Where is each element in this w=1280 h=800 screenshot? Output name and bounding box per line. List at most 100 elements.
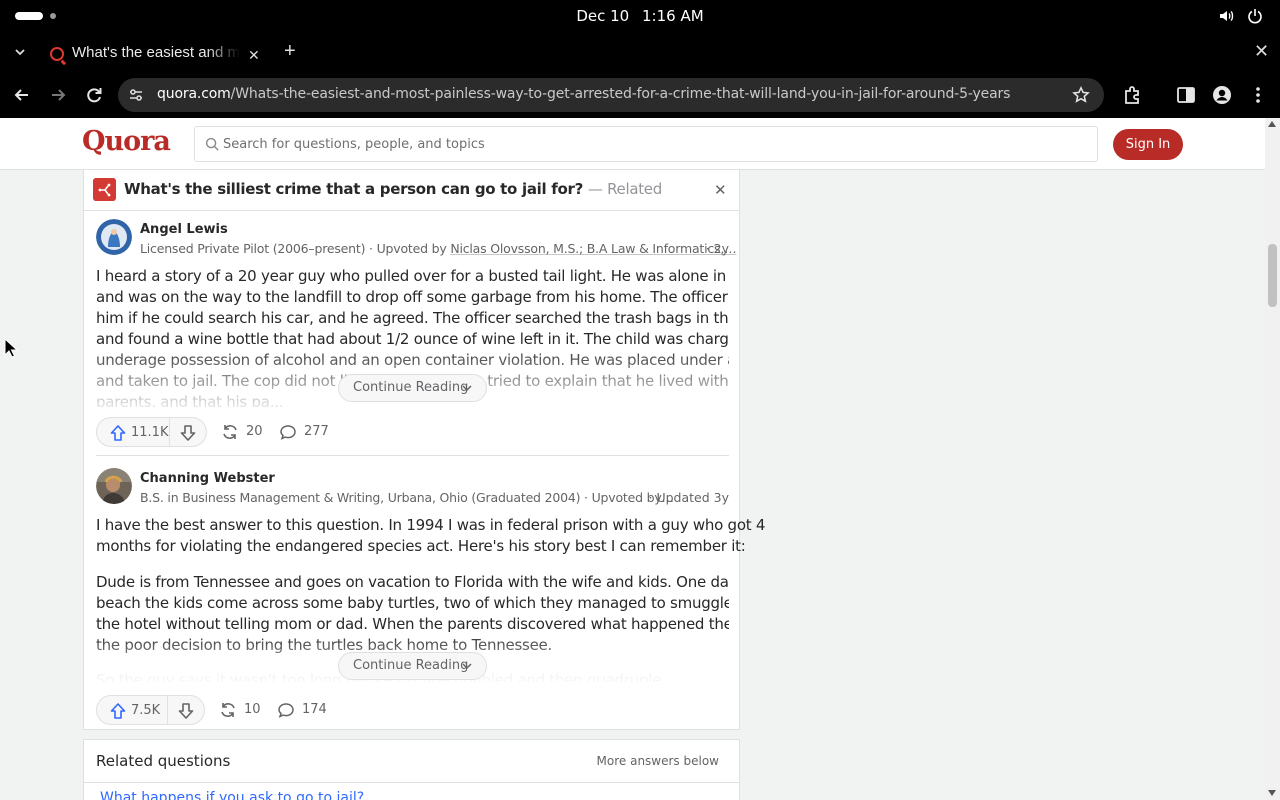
author-name[interactable]: Angel Lewis [140,222,228,237]
answer-line: the hotel without telling mom or dad. Wh… [96,615,729,633]
address-bar[interactable]: quora.com/Whats-the-easiest-and-most-pai… [118,78,1104,112]
answer-line: months for violating the endangered spec… [96,537,746,555]
tab-title: What's the easiest and most painless way… [72,44,240,61]
sign-in-button[interactable]: Sign In [1113,129,1183,160]
search-icon [205,137,219,151]
answer-body[interactable]: I have the best answer to this question.… [96,515,766,557]
continue-reading-label: Continue Reading [353,380,469,395]
tab-close-icon[interactable]: ✕ [248,47,260,64]
profile-account-icon[interactable] [1211,84,1233,106]
vote-divider [167,696,168,724]
related-card-header: What's the silliest crime that a person … [84,170,739,211]
tab-search-chevron-icon[interactable] [12,44,28,60]
upvote-arrow-icon[interactable] [109,424,127,442]
upvote-arrow-icon[interactable] [109,702,127,720]
downvote-arrow-icon[interactable] [179,424,197,442]
answer-line: I have the best answer to this question.… [96,516,766,534]
related-share-icon [93,178,116,201]
related-questions-title: Related questions [96,752,231,770]
avatar-angel-lewis-icon [96,219,132,255]
site-info-tune-icon[interactable] [128,87,144,103]
reload-icon[interactable] [83,84,105,106]
back-arrow-icon[interactable] [11,84,33,106]
answer-line: beach the kids come across some baby tur… [96,594,729,612]
answer-line: and found a wine bottle that had about 1… [96,330,729,348]
os-date: Dec 10 [576,7,630,25]
search-input[interactable] [223,127,1083,161]
answer-divider [96,455,729,456]
forward-arrow-icon[interactable] [47,84,69,106]
share-reshare-icon[interactable] [219,701,237,719]
os-time: 1:16 AM [642,7,704,25]
author-credential: Licensed Private Pilot (2006–present) · … [140,241,737,256]
comment-bubble-icon[interactable] [277,701,295,719]
os-status-bar: Dec 10 1:16 AM [0,0,1280,32]
upvoter-link[interactable]: Niclas Olovsson, M.S.; B.A Law & Informa… [450,241,736,256]
answer-actions: 11.1K 20 277 [96,417,496,447]
answer-line: Dude is from Tennessee and goes on vacat… [96,573,729,591]
url-text[interactable]: quora.com/Whats-the-easiest-and-most-pai… [157,86,1010,102]
share-reshare-icon[interactable] [221,423,239,441]
upvote-count[interactable]: 7.5K [131,703,160,718]
answer-date[interactable]: · 2y [706,241,729,256]
extensions-puzzle-icon[interactable] [1122,84,1144,106]
browser-toolbar: quora.com/Whats-the-easiest-and-most-pai… [0,72,1280,118]
volume-icon[interactable] [1218,8,1234,24]
side-panel-icon[interactable] [1175,84,1197,106]
os-clock[interactable]: Dec 10 1:16 AM [0,7,1280,25]
window-close-icon[interactable]: ✕ [1254,41,1269,62]
vote-pill: 11.1K [96,417,207,447]
share-count[interactable]: 10 [244,702,261,717]
chevron-down-icon [462,385,472,392]
answer-line: him if he could search his car, and he a… [96,309,729,327]
continue-reading-button[interactable]: Continue Reading [338,374,487,402]
chevron-down-icon [462,663,472,670]
scroll-down-arrow-icon[interactable] [1268,790,1276,796]
power-icon[interactable] [1247,8,1263,24]
related-tag: — Related [587,180,662,198]
mouse-cursor-icon [4,338,18,358]
avatar[interactable] [96,468,132,504]
bookmark-star-icon[interactable] [1072,86,1090,104]
url-path: /Whats-the-easiest-and-most-painless-way… [230,86,1011,102]
author-name[interactable]: Channing Webster [140,471,275,486]
comment-count[interactable]: 174 [302,702,327,717]
answer-item: Channing Webster B.S. in Business Manage… [96,468,766,728]
quora-header: Quora Sign In [0,118,1265,170]
related-answers-card: What's the silliest crime that a person … [83,170,766,730]
search-box[interactable] [194,126,1098,162]
answer-line: and was on the way to the landfill to dr… [96,288,729,306]
related-question-text: What's the silliest crime that a person … [124,180,583,198]
browser-tab-strip: What's the easiest and most painless way… [0,32,1280,72]
related-question-title[interactable]: What's the silliest crime that a person … [124,180,662,198]
card-close-icon[interactable]: ✕ [714,181,727,199]
more-answers-below-label: More answers below [596,754,719,768]
downvote-arrow-icon[interactable] [177,702,195,720]
scroll-up-arrow-icon[interactable] [1268,121,1276,127]
browser-tab[interactable]: What's the easiest and most painless way… [40,36,270,72]
vote-pill: 7.5K [96,695,205,725]
answer-item: Angel Lewis Licensed Private Pilot (2006… [96,219,737,449]
author-credential: B.S. in Business Management & Writing, U… [140,490,674,505]
upvote-count[interactable]: 11.1K [131,425,168,440]
new-tab-plus-icon[interactable]: + [284,40,296,63]
answer-line: I heard a story of a 20 year guy who pul… [96,267,729,285]
avatar[interactable] [96,219,132,255]
url-host: quora.com [157,86,231,102]
share-count[interactable]: 20 [246,424,263,439]
browser-menu-kebab-icon[interactable] [1247,84,1269,106]
answer-line: underage possession of alcohol and an op… [96,351,729,369]
continue-reading-label: Continue Reading [353,658,469,673]
comment-bubble-icon[interactable] [279,423,297,441]
comment-count[interactable]: 277 [304,424,329,439]
continue-reading-button[interactable]: Continue Reading [338,652,487,680]
answer-date[interactable]: · Updated 3y [649,490,729,505]
page-scrollbar[interactable] [1265,118,1280,800]
answer-actions: 7.5K 10 174 [96,695,496,725]
scrollbar-thumb[interactable] [1268,244,1277,307]
related-questions-divider [84,782,739,783]
credential-text: Licensed Private Pilot (2006–present) · … [140,241,451,256]
quora-logo[interactable]: Quora [82,126,171,157]
related-question-link[interactable]: What happens if you ask to go to jail? [100,790,364,800]
related-questions-card: Related questions More answers below Wha… [83,739,740,800]
